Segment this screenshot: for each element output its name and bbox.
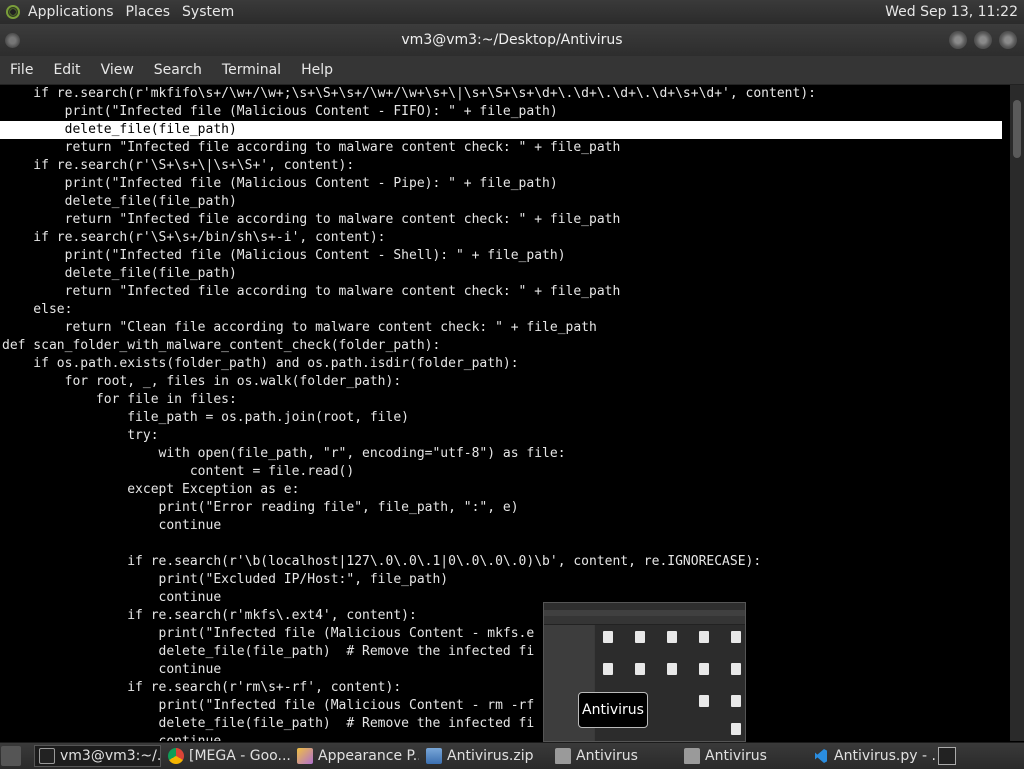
terminal-launcher-icon[interactable] bbox=[938, 747, 956, 765]
terminal-line: if re.search(r'rm\s+-rf', content): bbox=[2, 680, 402, 695]
file-icon bbox=[667, 663, 677, 675]
terminal-line: continue bbox=[0, 733, 1010, 741]
terminal-line: continue bbox=[2, 662, 222, 677]
menu-help[interactable]: Help bbox=[291, 62, 343, 78]
file-icon bbox=[731, 631, 741, 643]
terminal-line: if os.path.exists(folder_path) and os.pa… bbox=[2, 356, 519, 371]
show-desktop-button[interactable] bbox=[1, 746, 21, 766]
menu-search[interactable]: Search bbox=[144, 62, 212, 78]
terminal-line: delete_file(file_path) # Remove the infe… bbox=[2, 716, 535, 731]
system-menu[interactable]: System bbox=[176, 0, 240, 24]
terminal-line: except Exception as e: bbox=[2, 482, 300, 497]
terminal-line: return "Infected file according to malwa… bbox=[2, 212, 621, 227]
taskbar-item-folder[interactable]: Antivirus bbox=[680, 745, 806, 767]
taskbar-item-label: Antivirus.zip bbox=[447, 748, 534, 764]
terminal-line: print("Excluded IP/Host:", file_path) bbox=[2, 572, 449, 587]
file-icon bbox=[731, 723, 741, 735]
terminal-line: continue bbox=[2, 590, 222, 605]
terminal-line: delete_file(file_path) bbox=[2, 266, 237, 281]
taskbar-item-label: Antivirus bbox=[576, 748, 638, 764]
terminal-output: if re.search(r'mkfifo\s+/\w+/\w+;\s+\S+\… bbox=[0, 85, 1010, 741]
terminal-line: content = file.read() bbox=[2, 464, 355, 479]
taskbar-item-label: Appearance P... bbox=[318, 748, 419, 764]
window-titlebar[interactable]: vm3@vm3:~/Desktop/Antivirus bbox=[0, 24, 1024, 56]
terminal-line: if re.search(r'mkfifo\s+/\w+/\w+;\s+\S+\… bbox=[2, 86, 816, 101]
vscode-icon bbox=[813, 748, 829, 764]
taskbar-item-terminal[interactable]: vm3@vm3:~/... bbox=[34, 745, 161, 767]
taskbar-item-label: Antivirus.py - ... bbox=[834, 748, 935, 764]
file-icon bbox=[731, 695, 741, 707]
chrome-icon bbox=[168, 748, 184, 764]
file-icon bbox=[667, 631, 677, 643]
terminal-line: with open(file_path, "r", encoding="utf-… bbox=[2, 446, 566, 461]
terminal-line: else: bbox=[2, 302, 73, 317]
terminal-line: for file in files: bbox=[2, 392, 237, 407]
terminal-line: return "Infected file according to malwa… bbox=[2, 140, 621, 155]
file-icon bbox=[635, 631, 645, 643]
top-panel: Applications Places System Wed Sep 13, 1… bbox=[0, 0, 1024, 24]
menu-file[interactable]: File bbox=[0, 62, 43, 78]
taskbar-item-label: Antivirus bbox=[705, 748, 767, 764]
window-preview-tooltip: Antivirus bbox=[578, 692, 648, 728]
taskbar-item-archive[interactable]: Antivirus.zip bbox=[422, 745, 548, 767]
file-icon bbox=[603, 631, 613, 643]
close-button[interactable] bbox=[999, 31, 1017, 49]
appearance-icon bbox=[297, 748, 313, 764]
menu-view[interactable]: View bbox=[91, 62, 144, 78]
maximize-button[interactable] bbox=[974, 31, 992, 49]
clock[interactable]: Wed Sep 13, 11:22 bbox=[885, 4, 1024, 20]
preview-titlebar bbox=[544, 603, 745, 610]
terminal-line: return "Clean file according to malware … bbox=[2, 320, 597, 335]
terminal-area[interactable]: if re.search(r'mkfifo\s+/\w+/\w+;\s+\S+\… bbox=[0, 85, 1010, 741]
taskbar-item-folder[interactable]: Antivirus bbox=[551, 745, 677, 767]
file-icon bbox=[731, 663, 741, 675]
file-icon bbox=[635, 663, 645, 675]
menu-edit[interactable]: Edit bbox=[43, 62, 90, 78]
menu-terminal[interactable]: Terminal bbox=[212, 62, 291, 78]
terminal-line: print("Infected file (Malicious Content … bbox=[2, 176, 558, 191]
terminal-line: print("Infected file (Malicious Content … bbox=[2, 248, 566, 263]
preview-toolbar bbox=[544, 616, 745, 625]
terminal-line: delete_file(file_path) # Remove the infe… bbox=[2, 644, 535, 659]
window-title: vm3@vm3:~/Desktop/Antivirus bbox=[401, 32, 623, 48]
terminal-line: delete_file(file_path) bbox=[0, 121, 1002, 139]
taskbar-item-appearance[interactable]: Appearance P... bbox=[293, 745, 419, 767]
terminal-icon bbox=[39, 748, 55, 764]
applications-menu[interactable]: Applications bbox=[22, 0, 120, 24]
terminal-line: print("Infected file (Malicious Content … bbox=[2, 104, 558, 119]
terminal-line: file_path = os.path.join(root, file) bbox=[2, 410, 409, 425]
terminal-line: def scan_folder_with_malware_content_che… bbox=[2, 338, 441, 353]
terminal-line: for root, _, files in os.walk(folder_pat… bbox=[2, 374, 402, 389]
terminal-line: if re.search(r'\S+\s+/bin/sh\s+-i', cont… bbox=[2, 230, 386, 245]
terminal-line: print("Error reading file", file_path, "… bbox=[2, 500, 519, 515]
terminal-line: try: bbox=[2, 428, 159, 443]
bottom-taskbar: vm3@vm3:~/... [MEGA - Goo... Appearance … bbox=[0, 742, 1024, 769]
terminal-line: if re.search(r'\S+\s+\|\s+\S+', content)… bbox=[2, 158, 355, 173]
scrollbar[interactable] bbox=[1010, 85, 1024, 741]
file-icon bbox=[603, 663, 613, 675]
minimize-button[interactable] bbox=[949, 31, 967, 49]
terminal-line: print("Infected file (Malicious Content … bbox=[2, 698, 535, 713]
taskbar-item-label: [MEGA - Goo... bbox=[189, 748, 290, 764]
taskbar-item-browser[interactable]: [MEGA - Goo... bbox=[164, 745, 290, 767]
distro-logo-icon[interactable] bbox=[6, 5, 20, 19]
file-icon bbox=[699, 663, 709, 675]
file-icon bbox=[699, 695, 709, 707]
terminal-line: delete_file(file_path) bbox=[2, 194, 237, 209]
scrollbar-thumb[interactable] bbox=[1013, 100, 1021, 158]
taskbar-item-vscode[interactable]: Antivirus.py - ... bbox=[809, 745, 935, 767]
archive-icon bbox=[426, 748, 442, 764]
menubar: File Edit View Search Terminal Help bbox=[0, 56, 1024, 85]
folder-icon bbox=[555, 748, 571, 764]
folder-icon bbox=[684, 748, 700, 764]
file-icon bbox=[699, 631, 709, 643]
terminal-line: if re.search(r'mkfs\.ext4', content): bbox=[2, 608, 417, 623]
terminal-line: return "Infected file according to malwa… bbox=[2, 284, 621, 299]
terminal-line: print("Infected file (Malicious Content … bbox=[2, 626, 535, 641]
places-menu[interactable]: Places bbox=[120, 0, 177, 24]
taskbar-item-label: vm3@vm3:~/... bbox=[60, 748, 161, 764]
terminal-line: if re.search(r'\b(localhost|127\.0\.0\.1… bbox=[2, 554, 762, 569]
terminal-line: continue bbox=[2, 518, 222, 533]
